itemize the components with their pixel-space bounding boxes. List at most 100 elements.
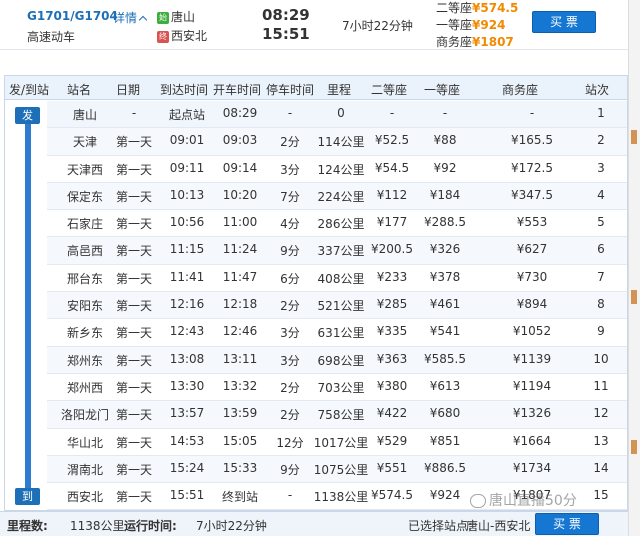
table-row[interactable]: 邢台东 第一天 11:41 11:47 6分 408公里 ¥233 ¥378 ¥730 7 xyxy=(47,264,627,293)
table-row[interactable]: 高邑西 第一天 11:15 11:24 9分 337公里 ¥200.5 ¥326 ¥627 6 xyxy=(47,237,627,265)
table-row[interactable]: 洛阳龙门 第一天 13:57 13:59 2分 758公里 ¥422 ¥680 ¥1326 12 xyxy=(47,401,627,429)
destination-station: 终西安北 xyxy=(157,27,207,44)
cell-stop-number: 13 xyxy=(593,433,609,448)
chevron-up-icon xyxy=(138,15,148,25)
cell-first-class-price: ¥585.5 xyxy=(424,351,466,366)
cell-business-price: ¥1326 xyxy=(512,406,552,421)
col-header-departure: 开车时间 xyxy=(213,83,262,97)
origin-station-name: 唐山 xyxy=(171,10,196,24)
price-label: 一等座 xyxy=(436,18,473,32)
cell-first-class-price: - xyxy=(442,106,448,120)
cell-first-class-price: ¥613 xyxy=(429,378,461,393)
cell-stop-number: 9 xyxy=(597,324,605,339)
cell-stop-number: 10 xyxy=(593,351,609,366)
table-row[interactable]: 渭南北 第一天 15:24 15:33 9分 1075公里 ¥551 ¥886.5 ¥1734 1… xyxy=(47,455,627,484)
watermark-text: 唐山直播50分 xyxy=(489,493,577,509)
train-summary-header: G1701/G1704 详情 高速动车 始唐山 终西安北 08:29 15:51… xyxy=(0,0,628,50)
departure-time: 08:29 xyxy=(262,6,310,24)
watermark: 唐山直播50分 xyxy=(470,490,577,510)
route-rail xyxy=(25,116,31,496)
summary-footer: 里程数: 1138公里 运行时间: 7小时22分钟 已选择站点: 唐山-西安北 … xyxy=(0,511,628,536)
train-number[interactable]: G1701/G1704 xyxy=(27,9,118,23)
table-row[interactable]: 石家庄 第一天 10:56 11:00 4分 286公里 ¥177 ¥288.5 ¥553 5 xyxy=(47,210,627,238)
col-header-second-class: 二等座 xyxy=(371,83,408,97)
table-row[interactable]: 保定东 第一天 10:13 10:20 7分 224公里 ¥112 ¥184 ¥347.5 4 xyxy=(47,182,627,211)
cell-business-price: ¥1734 xyxy=(512,460,552,475)
cell-stop-number: 3 xyxy=(597,160,605,175)
cell-first-class-price: ¥184 xyxy=(429,187,461,202)
selected-label: 已选择站点: xyxy=(408,519,473,533)
price-value: ¥924 xyxy=(472,18,506,32)
cell-stop-number: 14 xyxy=(593,460,609,475)
detail-toggle[interactable]: 详情 xyxy=(113,9,148,26)
distance-value: 1138公里 xyxy=(70,519,125,533)
table-row[interactable]: 新乡东 第一天 12:43 12:46 3分 631公里 ¥335 ¥541 ¥1052 9 xyxy=(47,319,627,347)
cell-stop-number: 11 xyxy=(593,378,609,393)
col-header-stop-number: 站次 xyxy=(585,83,610,97)
cell-first-class-price: ¥288.5 xyxy=(424,215,466,230)
cell-business-price: ¥730 xyxy=(516,269,548,284)
cell-first-class-price: ¥88 xyxy=(433,133,457,148)
cell-first-class-price: ¥378 xyxy=(429,269,461,284)
cell-first-class-price: ¥680 xyxy=(429,406,461,421)
cell-business-price: ¥553 xyxy=(516,215,548,230)
table-body: 唐山 - 起点站 08:29-0- - -1 天津 第一天 09:01 09:03 2分 114公里 ¥… xyxy=(47,101,627,511)
runtime-label: 运行时间: xyxy=(124,519,177,533)
cell-business-price: ¥1194 xyxy=(512,378,552,393)
price-value: ¥574.5 xyxy=(472,1,519,15)
cell-business-price: ¥172.5 xyxy=(511,160,553,175)
col-header-arrival: 到达时间 xyxy=(160,83,209,97)
trip-duration: 7小时22分钟 xyxy=(342,19,413,33)
table-row[interactable]: 天津 第一天 09:01 09:03 2分 114公里 ¥52.5 ¥88 ¥165.5 2 xyxy=(47,128,627,156)
cell-business-price: ¥894 xyxy=(516,297,548,312)
table-row[interactable]: 天津西 第一天 09:11 09:14 3分 124公里 ¥54.5 ¥92 ¥172.5 3 xyxy=(47,155,627,183)
depart-tag: 发 xyxy=(15,107,40,124)
cell-first-class-price: ¥541 xyxy=(429,324,461,339)
stop-schedule-table: 发/到站 站名 日期 到达时间 开车时间 停车时间 里程 二等座 一等座 商务座… xyxy=(4,75,628,511)
arrival-time: 15:51 xyxy=(262,25,310,43)
col-header-date: 日期 xyxy=(116,83,141,97)
price-value: ¥1807 xyxy=(472,35,514,49)
table-header: 发/到站 站名 日期 到达时间 开车时间 停车时间 里程 二等座 一等座 商务座… xyxy=(5,76,627,100)
cell-stop-number: 2 xyxy=(597,133,605,148)
train-type: 高速动车 xyxy=(27,30,76,44)
col-header-distance: 里程 xyxy=(327,83,352,97)
cell-stop-number: 6 xyxy=(597,242,605,257)
wechat-icon xyxy=(470,494,486,508)
table-row[interactable]: 华山北 第一天 14:53 15:05 12分 1017公里 ¥529 ¥851 ¥1664 13 xyxy=(47,428,627,456)
cell-stop-number: 1 xyxy=(597,106,605,120)
cell-stop-number: 12 xyxy=(593,406,609,421)
distance-label: 里程数: xyxy=(7,519,48,533)
table-row[interactable]: 唐山 - 起点站 08:29-0- - -1 xyxy=(47,101,627,129)
price-label: 商务座 xyxy=(436,35,473,49)
cell-business-price: ¥1052 xyxy=(512,324,552,339)
cell-business-price: ¥627 xyxy=(516,242,548,257)
col-header-stop: 停车时间 xyxy=(266,83,315,97)
col-header-business: 商务座 xyxy=(502,83,539,97)
buy-ticket-button-bottom[interactable]: 买 票 xyxy=(535,513,599,535)
table-row[interactable]: 郑州西 第一天 13:30 13:32 2分 703公里 ¥380 ¥613 ¥1194 11 xyxy=(47,373,627,402)
destination-badge-icon: 终 xyxy=(157,30,169,43)
cell-business-price: ¥1664 xyxy=(512,433,552,448)
cell-business-price: ¥347.5 xyxy=(511,187,553,202)
cell-first-class-price: ¥461 xyxy=(429,297,461,312)
cell-stop-number: 4 xyxy=(597,187,605,202)
cell-business-price: - xyxy=(529,106,535,120)
cell-stop-number: 8 xyxy=(597,297,605,312)
price-label: 二等座 xyxy=(436,1,473,15)
cell-business-price: ¥1139 xyxy=(512,351,552,366)
col-header-depart-arrive: 发/到站 xyxy=(9,83,50,97)
cell-business-price: ¥165.5 xyxy=(511,133,553,148)
table-row[interactable]: 郑州东 第一天 13:08 13:11 3分 698公里 ¥363 ¥585.5 ¥1139 10 xyxy=(47,346,627,374)
price-business-class: 商务座¥1807 xyxy=(436,34,518,51)
buy-ticket-button-top[interactable]: 买 票 xyxy=(532,11,596,33)
origin-station: 始唐山 xyxy=(157,8,195,25)
col-header-station: 站名 xyxy=(67,83,92,97)
table-row[interactable]: 安阳东 第一天 12:16 12:18 2分 521公里 ¥285 ¥461 ¥894 8 xyxy=(47,292,627,320)
arrive-tag: 到 xyxy=(15,488,40,505)
origin-badge-icon: 始 xyxy=(157,11,169,24)
cell-stop-number: 5 xyxy=(597,215,605,230)
cell-first-class-price: ¥851 xyxy=(429,433,461,448)
runtime-value: 7小时22分钟 xyxy=(196,519,267,533)
price-first-class: 一等座¥924 xyxy=(436,17,518,34)
